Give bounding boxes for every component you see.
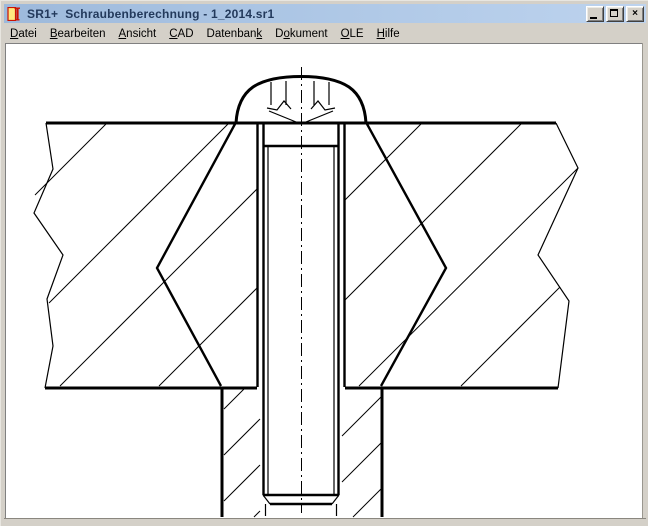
- window-frame-right: [642, 43, 648, 526]
- menu-datei[interactable]: Datei: [4, 26, 43, 42]
- close-button[interactable]: ×: [626, 6, 644, 22]
- window-title: SR1+ Schraubenberechnung - 1_2014.sr1: [27, 7, 274, 21]
- close-icon: ×: [632, 9, 638, 19]
- menu-cad[interactable]: CAD: [163, 26, 199, 42]
- app-window: SR1+ Schraubenberechnung - 1_2014.sr1 × …: [0, 0, 648, 526]
- menu-ansicht[interactable]: Ansicht: [113, 26, 163, 42]
- titlebar[interactable]: SR1+ Schraubenberechnung - 1_2014.sr1 ×: [4, 4, 646, 23]
- app-icon[interactable]: [7, 7, 21, 21]
- menu-bearbeiten[interactable]: Bearbeiten: [44, 26, 112, 42]
- minimize-button[interactable]: [586, 6, 604, 22]
- minimize-icon: [590, 17, 597, 19]
- drawing-area[interactable]: [5, 43, 642, 518]
- menu-dokument[interactable]: Dokument: [269, 26, 333, 42]
- maximize-icon: [610, 9, 618, 17]
- maximize-button[interactable]: [606, 6, 624, 22]
- menu-datenbank[interactable]: Datenbank: [201, 26, 269, 42]
- menu-ole[interactable]: OLE: [335, 26, 370, 42]
- menu-hilfe[interactable]: Hilfe: [371, 26, 406, 42]
- menubar: Datei Bearbeiten Ansicht CAD Datenbank D…: [4, 24, 646, 43]
- window-frame-bottom: [4, 518, 646, 526]
